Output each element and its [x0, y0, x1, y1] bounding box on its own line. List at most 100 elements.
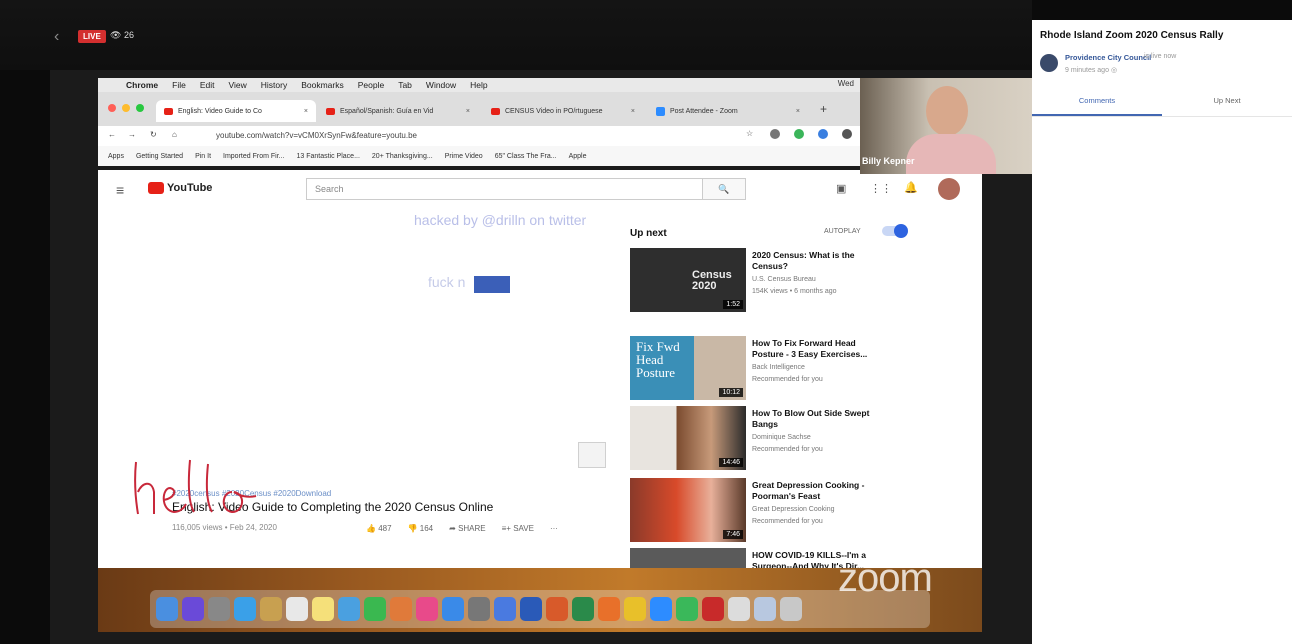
menu-help[interactable]: Help	[470, 80, 487, 90]
siri-icon[interactable]	[182, 597, 204, 621]
account-avatar[interactable]	[938, 178, 960, 200]
extension-icon[interactable]	[818, 129, 828, 139]
close-window-icon[interactable]	[108, 104, 116, 112]
extension-icon[interactable]	[770, 129, 780, 139]
facetime-icon[interactable]	[676, 597, 698, 621]
close-tab-icon[interactable]: ×	[631, 108, 635, 115]
apps-grid-icon[interactable]: ⋮⋮	[870, 182, 892, 195]
finder-icon[interactable]	[156, 597, 178, 621]
documents-folder-icon[interactable]	[754, 597, 776, 621]
notifications-bell-icon[interactable]: 🔔	[904, 181, 918, 194]
menu-window[interactable]: Window	[426, 80, 456, 90]
preview-icon[interactable]	[494, 597, 516, 621]
host-name[interactable]: Providence City Council	[1065, 53, 1151, 62]
create-video-icon[interactable]: ▣	[836, 182, 846, 195]
mail-icon[interactable]	[338, 597, 360, 621]
bookmark-65-class[interactable]: 65" Class The Fra...	[495, 153, 557, 160]
recommendation-item[interactable]: Census 2020 1:52 2020 Census: What is th…	[630, 248, 910, 314]
calendar-icon[interactable]	[286, 597, 308, 621]
bookmark-pin-it[interactable]: Pin It	[195, 153, 211, 160]
tab-comments[interactable]: Comments	[1032, 96, 1162, 105]
bookmark-imported[interactable]: Imported From Fir...	[223, 153, 284, 160]
dislike-button[interactable]: 👎 164	[408, 524, 434, 533]
url-text[interactable]: youtube.com/watch?v=vCM0XrSynFw&feature=…	[216, 131, 417, 140]
menu-view[interactable]: View	[228, 80, 246, 90]
menu-file[interactable]: File	[172, 80, 186, 90]
close-tab-icon[interactable]: ×	[466, 108, 470, 115]
video-thumbnail[interactable]: Fix Fwd Head Posture 10:12	[630, 336, 746, 400]
more-options-icon[interactable]: ···	[550, 524, 558, 533]
bookmark-apple[interactable]: Apple	[569, 153, 587, 160]
close-tab-icon[interactable]: ×	[796, 108, 800, 115]
video-thumbnail[interactable]: Census 2020 1:52	[630, 248, 746, 312]
system-preferences-icon[interactable]	[468, 597, 490, 621]
chrome-icon[interactable]	[624, 597, 646, 621]
address-bar[interactable]: ← → ↻ ⌂ youtube.com/watch?v=vCM0XrSynFw&…	[98, 126, 860, 147]
minimize-window-icon[interactable]	[122, 104, 130, 112]
extension-icon[interactable]	[842, 129, 852, 139]
app-store-icon[interactable]	[442, 597, 464, 621]
photos-icon[interactable]	[390, 597, 412, 621]
back-chevron-icon[interactable]: ‹	[54, 28, 59, 46]
bookmark-fantastic[interactable]: 13 Fantastic Place...	[296, 153, 359, 160]
video-thumbnail[interactable]: 7:46	[630, 478, 746, 542]
autoplay-toggle-knob[interactable]	[894, 224, 908, 238]
trash-icon[interactable]	[780, 597, 802, 621]
firefox-icon[interactable]	[598, 597, 620, 621]
menu-people[interactable]: People	[358, 80, 384, 90]
menu-chrome[interactable]: Chrome	[126, 80, 158, 90]
search-icon[interactable]: 🔍	[702, 178, 746, 200]
excel-icon[interactable]	[572, 597, 594, 621]
captions-icon[interactable]	[578, 442, 606, 468]
video-thumbnail[interactable]	[630, 548, 746, 568]
word-icon[interactable]	[520, 597, 542, 621]
powerpoint-icon[interactable]	[546, 597, 568, 621]
host-avatar[interactable]	[1040, 54, 1058, 72]
new-tab-icon[interactable]: +	[820, 102, 827, 116]
bookmark-thanksgiving[interactable]: 20+ Thanksgiving...	[372, 153, 433, 160]
tab-spanish-guide[interactable]: Español/Spanish: Guía en Vid ×	[318, 100, 478, 122]
back-arrow-icon[interactable]: ←	[108, 130, 116, 139]
extension-icon[interactable]	[794, 129, 804, 139]
bookmark-apps[interactable]: Apps	[108, 153, 124, 160]
messages-icon[interactable]	[364, 597, 386, 621]
bookmark-star-icon[interactable]: ☆	[746, 129, 753, 138]
menu-history[interactable]: History	[261, 80, 287, 90]
menu-edit[interactable]: Edit	[200, 80, 215, 90]
tab-up-next[interactable]: Up Next	[1162, 96, 1292, 105]
rec-meta: Recommended for you	[752, 446, 823, 453]
thumbnail-text: Fix Fwd Head Posture	[636, 339, 680, 380]
bookmark-prime-video[interactable]: Prime Video	[445, 153, 483, 160]
youtube-logo[interactable]: YouTube	[148, 182, 212, 194]
recommendation-item[interactable]: Fix Fwd Head Posture 10:12 How To Fix Fo…	[630, 336, 910, 402]
zoom-app-icon[interactable]	[650, 597, 672, 621]
recommendation-item[interactable]: 7:46 Great Depression Cooking - Poorman'…	[630, 478, 910, 544]
search-input[interactable]: Search	[306, 178, 746, 200]
bookmark-getting-started[interactable]: Getting Started	[136, 153, 183, 160]
close-tab-icon[interactable]: ×	[304, 108, 308, 115]
menu-tab[interactable]: Tab	[398, 80, 412, 90]
forward-arrow-icon[interactable]: →	[128, 130, 136, 139]
like-button[interactable]: 👍 487	[366, 524, 392, 533]
contacts-icon[interactable]	[260, 597, 282, 621]
video-player[interactable]	[172, 218, 614, 476]
menu-bookmarks[interactable]: Bookmarks	[301, 80, 344, 90]
save-button[interactable]: ≡+ SAVE	[502, 524, 534, 533]
downloads-folder-icon[interactable]	[728, 597, 750, 621]
video-thumbnail[interactable]: 14:46	[630, 406, 746, 470]
notes-icon[interactable]	[312, 597, 334, 621]
maximize-window-icon[interactable]	[136, 104, 144, 112]
launchpad-icon[interactable]	[208, 597, 230, 621]
tab-zoom-post-attendee[interactable]: Post Attendee - Zoom ×	[648, 100, 808, 122]
reload-icon[interactable]: ↻	[150, 130, 157, 139]
share-button[interactable]: ➦ SHARE	[449, 524, 486, 533]
home-icon[interactable]: ⌂	[172, 130, 177, 139]
music-icon[interactable]	[416, 597, 438, 621]
acrobat-icon[interactable]	[702, 597, 724, 621]
bookmarks-bar: Apps Getting Started Pin It Imported Fro…	[98, 146, 860, 166]
tab-english-guide[interactable]: English: Video Guide to Co ×	[156, 100, 316, 122]
recommendation-item[interactable]: 14:46 How To Blow Out Side Swept Bangs D…	[630, 406, 910, 472]
hamburger-menu-icon[interactable]: ≡	[116, 182, 124, 198]
safari-icon[interactable]	[234, 597, 256, 621]
tab-portuguese-video[interactable]: CENSUS Video in PO/rtuguese ×	[483, 100, 643, 122]
